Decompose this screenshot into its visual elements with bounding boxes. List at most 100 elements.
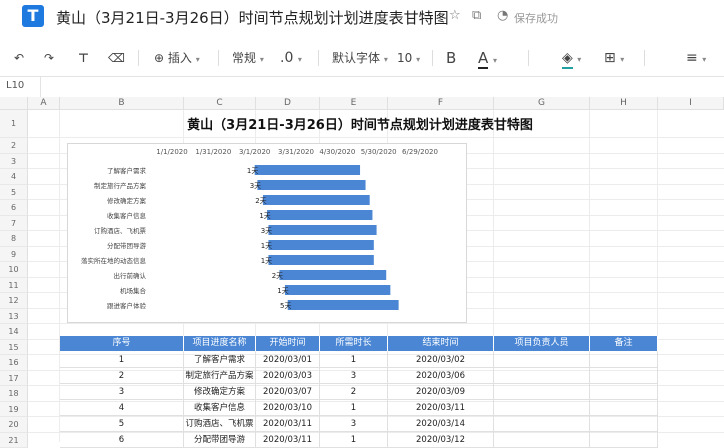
star-icon[interactable]: ☆ [449, 8, 461, 23]
table-header-cell[interactable]: 序号 [60, 336, 184, 351]
table-header-cell[interactable]: 开始时间 [256, 336, 320, 351]
gantt-bar[interactable] [268, 240, 373, 250]
table-header-cell[interactable]: 备注 [590, 336, 658, 351]
table-cell[interactable] [494, 352, 590, 368]
table-cell[interactable]: 订购酒店、飞机票 [184, 416, 256, 432]
row-header[interactable]: 8 [0, 231, 28, 247]
sheet-title[interactable]: 黄山（3月21日-3月26日）时间节点规划计划进度表甘特图 [60, 114, 660, 133]
number-format-select[interactable]: 常规 ▾ [232, 44, 264, 72]
row-header[interactable]: 5 [0, 185, 28, 201]
table-cell[interactable]: 了解客户需求 [184, 352, 256, 368]
table-cell[interactable]: 2020/03/14 [388, 416, 494, 432]
row-header[interactable]: 4 [0, 169, 28, 185]
gantt-chart[interactable]: 1/1/20201/31/20203/1/20203/31/20204/30/2… [67, 143, 467, 323]
redo-icon[interactable]: ↷ [44, 44, 54, 72]
row-header[interactable]: 12 [0, 293, 28, 309]
table-cell[interactable]: 2020/03/11 [256, 432, 320, 448]
column-header[interactable]: B [60, 97, 184, 110]
table-cell[interactable]: 5 [60, 416, 184, 432]
row-header[interactable]: 13 [0, 309, 28, 325]
table-cell[interactable]: 3 [320, 368, 388, 384]
gantt-bar[interactable] [255, 165, 360, 175]
table-header-cell[interactable]: 结束时间 [388, 336, 494, 351]
font-color-button[interactable]: A ▾ [478, 44, 497, 72]
row-header[interactable]: 15 [0, 340, 28, 356]
row-header[interactable]: 10 [0, 262, 28, 278]
table-cell[interactable]: 6 [60, 432, 184, 448]
row-header[interactable]: 6 [0, 200, 28, 216]
row-header[interactable]: 19 [0, 402, 28, 418]
gantt-bar[interactable] [288, 300, 399, 310]
column-header[interactable]: G [494, 97, 590, 110]
table-cell[interactable]: 修改确定方案 [184, 384, 256, 400]
table-cell[interactable]: 2020/03/11 [388, 400, 494, 416]
align-button[interactable]: ≡ ▾ [686, 44, 706, 72]
table-cell[interactable] [590, 384, 658, 400]
row-header[interactable]: 9 [0, 247, 28, 263]
table-header-cell[interactable]: 项目负责人员 [494, 336, 590, 351]
decimal-places-button[interactable]: .0 ▾ [280, 44, 302, 72]
table-cell[interactable]: 2020/03/02 [388, 352, 494, 368]
gantt-bar[interactable] [268, 255, 373, 265]
row-header[interactable]: 7 [0, 216, 28, 232]
column-header[interactable]: C [184, 97, 256, 110]
table-cell[interactable]: 2 [60, 368, 184, 384]
table-cell[interactable] [590, 368, 658, 384]
cell-reference[interactable]: L10 [6, 80, 24, 91]
clear-format-icon[interactable]: ⌫ [108, 44, 125, 72]
table-cell[interactable]: 1 [320, 432, 388, 448]
row-header[interactable]: 21 [0, 433, 28, 448]
format-painter-icon[interactable]: ⊤ [78, 44, 89, 72]
table-cell[interactable] [590, 352, 658, 368]
table-cell[interactable]: 2 [320, 384, 388, 400]
table-cell[interactable] [494, 368, 590, 384]
move-folder-icon[interactable]: ⧉ [472, 8, 481, 23]
table-cell[interactable]: 2020/03/07 [256, 384, 320, 400]
table-cell[interactable]: 2020/03/06 [388, 368, 494, 384]
table-cell[interactable]: 1 [320, 352, 388, 368]
table-cell[interactable] [590, 432, 658, 448]
table-cell[interactable]: 收集客户信息 [184, 400, 256, 416]
table-cell[interactable]: 2020/03/09 [388, 384, 494, 400]
column-header[interactable]: I [658, 97, 724, 110]
table-header-cell[interactable]: 所需时长 [320, 336, 388, 351]
table-cell[interactable] [494, 384, 590, 400]
table-cell[interactable]: 3 [60, 384, 184, 400]
table-cell[interactable]: 3 [320, 416, 388, 432]
table-cell[interactable]: 制定旅行产品方案 [184, 368, 256, 384]
table-cell[interactable]: 分配带团导游 [184, 432, 256, 448]
gantt-bar[interactable] [268, 225, 376, 235]
column-header[interactable]: H [590, 97, 658, 110]
row-header[interactable]: 14 [0, 324, 28, 340]
select-all-corner[interactable] [0, 97, 28, 110]
table-cell[interactable] [590, 416, 658, 432]
font-family-select[interactable]: 默认字体 ▾ [332, 44, 388, 72]
gantt-bar[interactable] [257, 180, 365, 190]
row-header[interactable]: 18 [0, 386, 28, 402]
table-cell[interactable]: 1 [60, 352, 184, 368]
table-cell[interactable]: 2020/03/10 [256, 400, 320, 416]
row-header[interactable]: 1 [0, 110, 28, 138]
gantt-bar[interactable] [263, 195, 370, 205]
table-cell[interactable] [494, 400, 590, 416]
gantt-bar[interactable] [267, 210, 372, 220]
row-header[interactable]: 2 [0, 138, 28, 154]
table-cell[interactable]: 2020/03/11 [256, 416, 320, 432]
row-header[interactable]: 3 [0, 154, 28, 170]
row-header[interactable]: 16 [0, 355, 28, 371]
table-cell[interactable] [494, 432, 590, 448]
column-header[interactable]: F [388, 97, 494, 110]
document-title[interactable]: 黄山（3月21日-3月26日）时间节点规划计划进度表甘特图 [56, 7, 449, 28]
table-header-cell[interactable]: 项目进度名称 [184, 336, 256, 351]
undo-icon[interactable]: ↶ [14, 44, 24, 72]
borders-button[interactable]: ⊞ ▾ [604, 44, 624, 72]
table-cell[interactable]: 2020/03/12 [388, 432, 494, 448]
table-cell[interactable]: 4 [60, 400, 184, 416]
row-header[interactable]: 11 [0, 278, 28, 294]
font-size-select[interactable]: 10 ▾ [397, 44, 420, 72]
table-cell[interactable]: 2020/03/01 [256, 352, 320, 368]
column-header[interactable]: A [28, 97, 60, 110]
table-cell[interactable]: 2020/03/03 [256, 368, 320, 384]
table-cell[interactable] [494, 416, 590, 432]
app-logo-icon[interactable]: T [22, 5, 44, 27]
